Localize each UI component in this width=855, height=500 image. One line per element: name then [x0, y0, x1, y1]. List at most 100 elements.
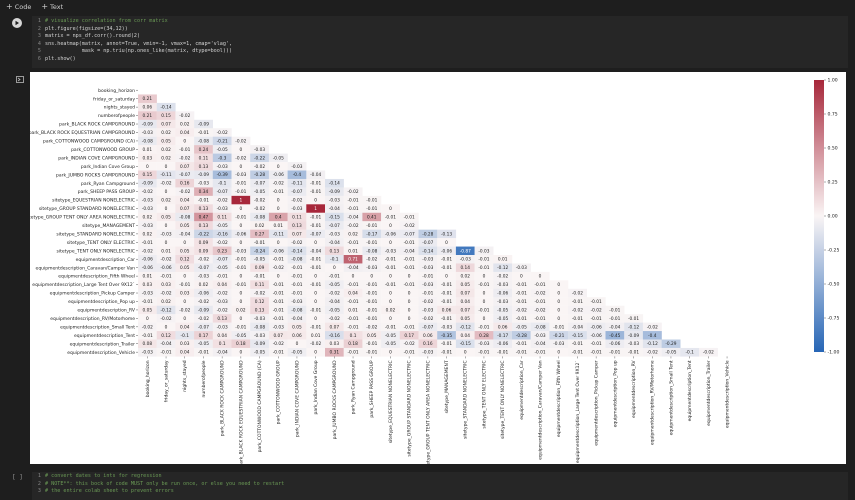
cell-annotation: -0.01 [235, 189, 246, 195]
cell-annotation: -0.08 [254, 214, 265, 220]
cell-annotation: -0.02 [404, 223, 415, 229]
cell-annotation: 0 [389, 240, 392, 246]
x-tick-label: sitetype_TENT ONLY ELECTRIC [481, 360, 487, 428]
cell-annotation: -0.07 [422, 324, 433, 330]
cell-annotation: -0.05 [329, 307, 340, 313]
cell-annotation: 0 [183, 316, 186, 322]
cell-annotation: -0.01 [591, 316, 602, 322]
cell-annotation: 0.27 [255, 231, 265, 237]
cell-annotation: 0 [483, 274, 486, 280]
cell-annotation: -0.01 [441, 316, 452, 322]
cell-annotation: -0.01 [385, 324, 396, 330]
y-tick-label: equipmentdescription_Pickup Camper [50, 291, 135, 297]
add-text-button[interactable]: + Text [41, 3, 63, 12]
code-line: 3 matrix = nps_df.corr().round(2) [37, 33, 141, 40]
code-line: 3 # the entire colab sheet to prevent err… [37, 488, 174, 495]
x-tick-label: equipmentdescription_Trailer [706, 360, 712, 426]
code-text: # NOTE**: this bock of code MUST only be… [45, 480, 285, 487]
cell-annotation: -0.01 [609, 316, 620, 322]
cell-annotation: -0.05 [254, 350, 265, 356]
cell-annotation: 0.11 [255, 282, 265, 288]
cell-annotation: -0.12 [497, 265, 508, 271]
cell-annotation: -0.02 [273, 181, 284, 187]
cell-annotation: -0.06 [497, 341, 508, 347]
cell-annotation: 0.41 [367, 214, 377, 220]
colorbar-tick-label: 0.75 [828, 112, 838, 118]
cell-annotation: -0.01 [347, 282, 358, 288]
cell-annotation: 0.09 [199, 248, 209, 254]
code-line: 2 # NOTE**: this bock of code MUST only b… [37, 480, 285, 487]
cell-annotation: -0.03 [198, 274, 209, 280]
x-tick-label: equipmentdescription_Pickup Camper [594, 360, 600, 445]
cell-annotation: -0.01 [441, 341, 452, 347]
cell-annotation: -0.08 [179, 214, 190, 220]
cell-annotation: 0 [165, 164, 168, 170]
cell-annotation: 0.47 [199, 214, 209, 220]
x-tick-label: booking_horizon [145, 360, 151, 397]
cell-annotation: 0 [239, 206, 242, 212]
cell-annotation: -0.03 [254, 333, 265, 339]
cell-annotation: -0.01 [591, 299, 602, 305]
cell-annotation: -0.03 [478, 341, 489, 347]
add-code-button[interactable]: + Code [6, 3, 31, 12]
code-editor[interactable]: 1 # visualize correlation from corr matri… [32, 16, 848, 68]
cell-annotation: 0.17 [404, 333, 414, 339]
cell-annotation: -0.01 [291, 274, 302, 280]
cell-annotation: -0.14 [329, 181, 340, 187]
cell-annotation: 0 [314, 198, 317, 204]
y-tick-label: equipmentdescription_RV [77, 308, 136, 314]
cell-annotation: 0 [277, 206, 280, 212]
cell-annotation: 0 [146, 164, 149, 170]
output-menu-icon[interactable] [16, 76, 24, 83]
cell-annotation: -0.04 [329, 240, 340, 246]
cell-annotation: 0.02 [161, 147, 171, 153]
cell-annotation: -0.06 [273, 172, 284, 178]
cell-annotation: -0.17 [366, 231, 377, 237]
cell-annotation: -0.02 [422, 299, 433, 305]
y-tick-label: equipmentdescription_RV/Motorhome [50, 316, 135, 322]
cell-annotation: 0.05 [460, 316, 470, 322]
cell-annotation: 0.06 [498, 324, 508, 330]
cell-annotation: -0.02 [254, 164, 265, 170]
code-text: mask = np.triu(np.ones_like(matrix, dtyp… [45, 48, 233, 55]
cell-annotation: 0.09 [199, 240, 209, 246]
cell-execution-count[interactable]: [ ] [12, 474, 23, 481]
cell-annotation: -0.03 [628, 341, 639, 347]
y-tick-label: equipmentdescription_Fifth Wheel [58, 274, 135, 280]
cell-annotation: 0 [314, 350, 317, 356]
run-cell-button[interactable] [12, 18, 22, 28]
cell-annotation: -0.02 [534, 291, 545, 297]
x-tick-label: park_Indian Cove Group [313, 360, 319, 414]
cell-annotation: 0.05 [180, 223, 190, 229]
cell-annotation: -0.4 [293, 172, 302, 178]
cell-annotation: -0.01 [273, 282, 284, 288]
cell-annotation: -0.03 [460, 257, 471, 263]
cell-annotation: -0.02 [217, 291, 228, 297]
x-tick-label: equipmentdescription_RV/Motorhome [650, 360, 656, 445]
cell-annotation: -0.01 [441, 257, 452, 263]
cell-annotation: -0.01 [534, 316, 545, 322]
cell-annotation: 0.13 [255, 307, 265, 313]
cell-annotation: -0.07 [217, 189, 228, 195]
cell-annotation: -0.09 [198, 307, 209, 313]
cell-annotation: 0.01 [143, 274, 153, 280]
cell-annotation: 0.21 [143, 113, 153, 119]
cell-annotation: -0.01 [273, 189, 284, 195]
cell-annotation: 0 [165, 324, 168, 330]
cell-annotation: 0 [239, 299, 242, 305]
colorbar-tick-label: 1.00 [828, 78, 838, 84]
cell-annotation: 0.04 [180, 130, 190, 136]
cell-annotation: -0.02 [217, 130, 228, 136]
cell-annotation: -0.01 [142, 240, 153, 246]
cell-annotation: 0 [557, 307, 560, 313]
cell-annotation: 0 [445, 274, 448, 280]
code-editor[interactable]: 1 # convert dates to ints for regression … [32, 472, 848, 500]
cell-annotation: -0.01 [254, 274, 265, 280]
cell-annotation: 0 [314, 240, 317, 246]
cell-annotation: 0.18 [236, 341, 246, 347]
cell-annotation: -0.03 [217, 324, 228, 330]
y-tick-label: park_SHEEP PASS GROUP [78, 189, 135, 195]
cell-annotation: 0.05 [161, 214, 171, 220]
cell-annotation: -0.02 [254, 198, 265, 204]
cell-annotation: 0.13 [199, 223, 209, 229]
